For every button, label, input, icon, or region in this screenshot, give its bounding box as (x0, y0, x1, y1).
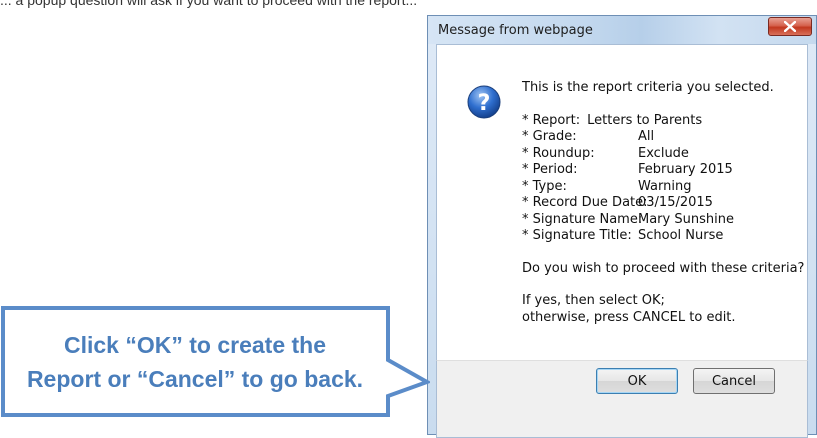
criteria-label: * Type: (522, 178, 567, 194)
criteria-row-report: * Report: Letters to Parents (522, 113, 804, 130)
criteria-row: * Signature Name: Mary Sunshine (522, 212, 804, 229)
criteria-row: * Grade: All (522, 129, 804, 146)
criteria-label: * Report: (522, 112, 581, 128)
criteria-value: 03/15/2015 (638, 195, 713, 210)
svg-text:?: ? (478, 91, 491, 116)
criteria-row: * Signature Title: School Nurse (522, 228, 804, 245)
criteria-label: * Signature Title: (522, 228, 632, 243)
dialog-titlebar[interactable]: Message from webpage (428, 16, 816, 44)
dialog-body: ? This is the report criteria you select… (436, 44, 808, 361)
dialog-message: This is the report criteria you selected… (522, 80, 804, 326)
criteria-value: School Nurse (638, 228, 724, 243)
criteria-label: * Period: (522, 162, 578, 177)
question-icon: ? (467, 85, 501, 119)
callout-text: Click “OK” to create the Report or “Canc… (0, 306, 390, 418)
criteria-label: * Roundup: (522, 145, 595, 161)
criteria-label: * Signature Name: (522, 211, 643, 227)
criteria-value: Letters to Parents (587, 112, 703, 128)
criteria-row: * Roundup: Exclude (522, 146, 804, 163)
criteria-value: Warning (638, 178, 692, 194)
criteria-value: Mary Sunshine (638, 211, 734, 227)
criteria-row: * Type: Warning (522, 179, 804, 196)
instruction-text: ... a popup question will ask if you wan… (0, 0, 418, 8)
cancel-button[interactable]: Cancel (693, 368, 775, 394)
criteria-value: Exclude (638, 145, 689, 161)
close-icon (784, 21, 796, 32)
instruction-line: If yes, then select OK; (522, 293, 665, 308)
criteria-label: * Grade: (522, 129, 577, 144)
intro-text: This is the report criteria you selected… (522, 80, 774, 95)
close-button[interactable] (768, 17, 812, 36)
callout-box: Click “OK” to create the Report or “Canc… (0, 306, 430, 418)
callout-line: Click “OK” to create the (63, 332, 327, 358)
criteria-row: * Record Due Date: 03/15/2015 (522, 195, 804, 212)
criteria-value: February 2015 (638, 162, 733, 177)
criteria-value: All (638, 129, 655, 144)
callout-line: Report or “Cancel” to go back. (26, 366, 364, 392)
ok-button[interactable]: OK (596, 368, 678, 394)
question-text: Do you wish to proceed with these criter… (522, 260, 805, 276)
dialog-title: Message from webpage (438, 23, 593, 38)
criteria-label: * Record Due Date: (522, 195, 648, 210)
criteria-row: * Period: February 2015 (522, 162, 804, 179)
instruction-line: otherwise, press CANCEL to edit. (522, 309, 736, 325)
